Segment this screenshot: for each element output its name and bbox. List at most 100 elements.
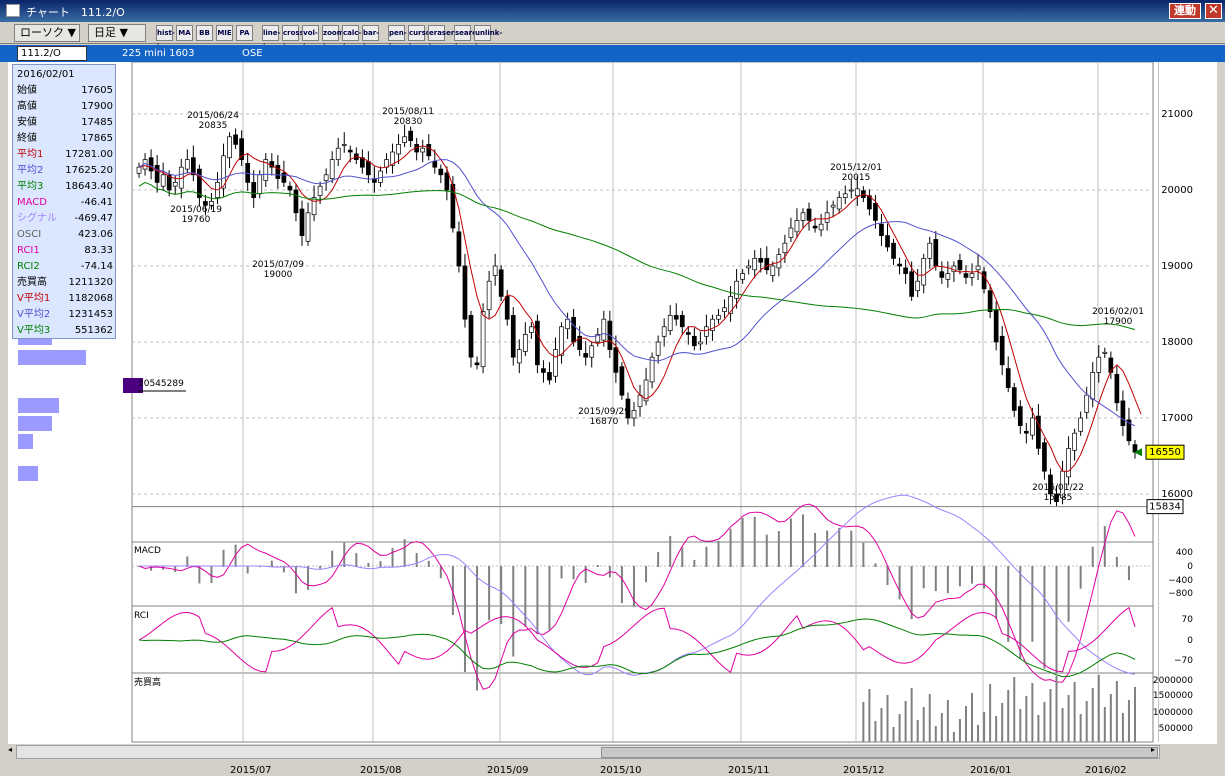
horizontal-scrollbar[interactable]	[16, 745, 1160, 759]
scrollbar-thumb[interactable]	[601, 747, 1158, 758]
toolbar-tool-6[interactable]: cross-icon	[282, 25, 307, 51]
volume-bar	[977, 725, 980, 742]
toolbar-tool-2-button[interactable]: BB	[196, 25, 213, 41]
volume-bar	[886, 695, 889, 742]
toolbar-tool-1-button[interactable]: MA	[176, 25, 193, 41]
scroll-right-arrow[interactable]: ▸	[1151, 745, 1161, 759]
panel-row-label: 平均2	[17, 165, 44, 176]
toolbar-tool-8[interactable]: zoom-icon	[322, 25, 347, 51]
candle-body	[824, 212, 830, 223]
volume-bar	[1043, 702, 1046, 742]
macd-histogram-bar	[355, 553, 358, 567]
toolbar-tool-13[interactable]: eraser-icon	[428, 25, 457, 51]
macd-histogram-bar	[729, 528, 732, 567]
macd-histogram-bar	[1055, 566, 1058, 674]
price-chart-svg[interactable]: 21000 20000 19000 18000 17000 16000 2015/06/24…	[8, 61, 1217, 744]
close-button[interactable]: ✕	[1205, 3, 1222, 19]
toolbar-tool-11[interactable]: pen-icon	[388, 25, 407, 51]
candle-body	[667, 315, 673, 331]
volume-bar	[1067, 695, 1070, 742]
candle-body	[818, 223, 824, 231]
macd-histogram-bar	[1079, 566, 1082, 589]
candle-body	[903, 267, 908, 274]
toolbar-tool-12[interactable]: cursor-icon	[408, 25, 437, 51]
toolbar-tool-14[interactable]: search-icon	[454, 25, 484, 51]
macd-histogram-bar	[1115, 556, 1118, 567]
panel-row: 平均1 17281.00	[17, 147, 113, 163]
volume-bar	[910, 688, 913, 742]
period-dropdown[interactable]: 日足 ▼	[88, 24, 146, 42]
macd-histogram-bar	[934, 566, 937, 592]
macd-tick-label: −800	[1168, 589, 1193, 599]
chart-type-dropdown[interactable]: ローソク ▼	[14, 24, 80, 42]
candle-body	[740, 273, 745, 280]
toolbar-tool-15[interactable]: unlink-icon	[474, 25, 502, 51]
title-bar: チャート 111.2/O 連動 ✕	[0, 0, 1225, 22]
volume-bar	[892, 727, 895, 742]
volume-bar	[1013, 677, 1016, 742]
macd-histogram-bar	[246, 566, 249, 574]
macd-histogram-bar	[1031, 566, 1034, 642]
panel-row-label: 売買高	[17, 277, 47, 288]
volume-tick-label: 1500000	[1153, 691, 1193, 701]
macd-histogram-bar	[669, 535, 672, 567]
candle-body	[1078, 417, 1084, 432]
panel-row-value: 17625.20	[65, 165, 113, 176]
toolbar-tool-10[interactable]: bar-icon	[362, 25, 379, 51]
volume-bar	[1085, 701, 1088, 742]
candle-body	[486, 280, 492, 311]
candle-body	[522, 334, 528, 352]
toolbar-tool-3-button[interactable]: MIE	[216, 25, 233, 41]
candle-body	[794, 220, 800, 233]
macd-histogram-bar	[705, 546, 708, 567]
symbol-code-input[interactable]: 111.2/O	[17, 46, 87, 61]
macd-histogram-bar	[476, 566, 479, 691]
panel-row-value: 17900	[81, 101, 113, 112]
toolbar-tool-9[interactable]: calc-icon	[342, 25, 361, 51]
volume-bar	[1109, 694, 1112, 742]
volume-bar	[940, 713, 943, 742]
date-tick-label: 2016/01	[970, 765, 1012, 776]
candle-body	[184, 159, 190, 170]
volume-profile-bar	[18, 398, 59, 413]
candle-body	[553, 349, 558, 377]
candle-body	[637, 394, 643, 407]
macd-histogram-bar	[548, 566, 551, 630]
macd-histogram-bar	[319, 566, 322, 569]
scroll-left-arrow[interactable]: ◂	[8, 745, 16, 759]
macd-histogram-bar	[620, 566, 623, 604]
macd-histogram-bar	[693, 559, 696, 567]
candle-body	[396, 144, 401, 155]
candle-body	[329, 159, 335, 179]
candle-body	[770, 265, 776, 276]
candle-body	[136, 166, 142, 174]
panel-row-label: 終値	[17, 133, 37, 144]
candle-body	[504, 296, 510, 320]
macd-histogram-bar	[814, 532, 817, 567]
toolbar-tool-7[interactable]: vol-icon	[302, 25, 319, 51]
macd-histogram-bar	[898, 566, 901, 600]
macd-histogram-bar	[777, 531, 780, 567]
candle-body	[613, 347, 619, 373]
candle-body	[830, 204, 836, 208]
toolbar-tool-0[interactable]: hist-icon	[156, 25, 175, 51]
peak-value-label: 17900	[1104, 317, 1133, 327]
candle-body	[275, 164, 281, 179]
panel-row: 平均2 17625.20	[17, 163, 113, 179]
volume-bar	[1103, 707, 1106, 742]
toolbar-tool-5[interactable]: line-icon	[262, 25, 280, 51]
macd-histogram-bar	[391, 548, 394, 567]
macd-histogram-bar	[789, 518, 792, 567]
macd-histogram-bar	[850, 530, 853, 567]
candle-body	[1084, 394, 1090, 413]
price-tick-label: 21000	[1161, 109, 1193, 120]
volume-bar	[1127, 700, 1130, 742]
volume-bar	[1025, 696, 1028, 742]
chart-area[interactable]: 21000 20000 19000 18000 17000 16000 2015/06/24…	[8, 61, 1217, 744]
sync-button[interactable]: 連動	[1169, 3, 1201, 19]
toolbar-tool-4-button[interactable]: PA	[236, 25, 253, 41]
candle-body	[673, 315, 679, 320]
chart-panel-frame	[131, 672, 1154, 743]
candle-body	[257, 174, 263, 195]
macd-histogram-bar	[946, 566, 949, 594]
